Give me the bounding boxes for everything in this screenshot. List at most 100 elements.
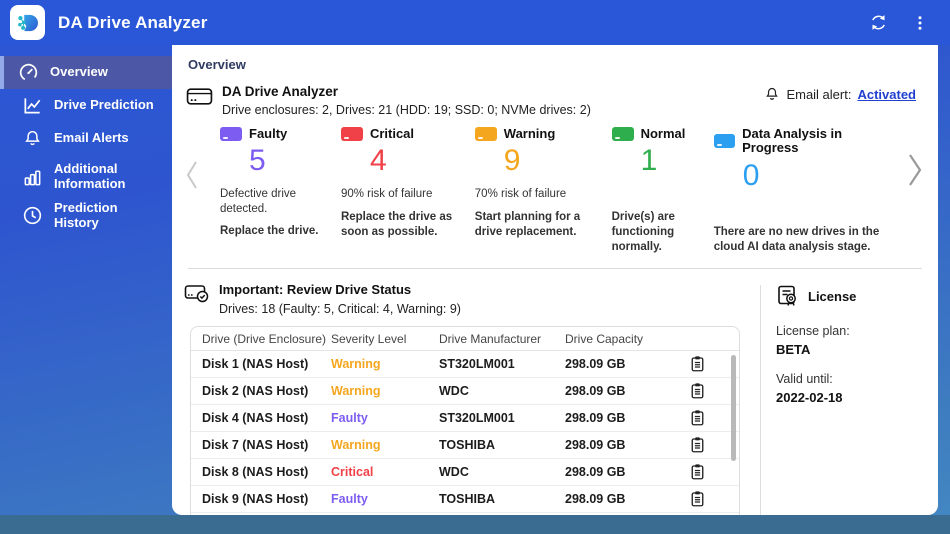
status-card-count: 0 [742, 158, 760, 192]
status-card-desc: 90% risk of failure [340, 188, 433, 201]
cell-severity: Faulty [331, 492, 368, 507]
status-card-critical: Critical 4 90% risk of failure Replace t… [340, 126, 475, 255]
cell-drive: Disk 8 (NAS Host) [202, 465, 309, 480]
status-card-desc [714, 202, 898, 217]
table-row: Disk 2 (NAS Host) Warning WDC 298.09 GB [191, 378, 739, 406]
status-card-action: Start planning for a drive replacement. [474, 211, 581, 239]
col-header-severity: Severity Level [331, 331, 407, 346]
chevron-right-icon [909, 154, 922, 186]
cell-capacity: 298.09 GB [565, 357, 626, 372]
status-card-label: Normal [640, 126, 686, 141]
table-row: Disk 4 (NAS Host) Faulty ST320LM001 298.… [191, 405, 739, 433]
cell-manufacturer: ST320LM001 [439, 357, 515, 372]
sidebar-item-label: Additional Information [54, 161, 126, 191]
section-divider [188, 268, 922, 270]
bottom-section: Important: Review Drive Status Drives: 1… [172, 282, 938, 515]
email-alert: Email alert: Activated [764, 86, 916, 102]
col-header-manufacturer: Drive Manufacturer [439, 331, 542, 346]
table-row: Disk 8 (NAS Host) Critical WDC 298.09 GB [191, 459, 739, 487]
more-menu-button[interactable] [906, 9, 934, 37]
details-clipboard-icon[interactable] [690, 490, 705, 508]
cell-manufacturer: TOSHIBA [439, 438, 496, 453]
gauge-icon [19, 63, 38, 82]
chevron-left-icon [186, 161, 197, 189]
drive-status-subtitle: Drives: 18 (Faulty: 5, Critical: 4, Warn… [219, 302, 461, 317]
sidebar: Overview Drive Prediction Email Alerts A… [0, 45, 172, 515]
app-title: DA Drive Analyzer [58, 12, 208, 32]
license-plan-value: BETA [776, 342, 811, 358]
refresh-button[interactable] [864, 9, 892, 37]
cell-drive: Disk 2 (NAS Host) [202, 384, 309, 399]
sidebar-item-drive-prediction[interactable]: Drive Prediction [0, 89, 172, 122]
sidebar-item-label: Email Alerts [54, 130, 129, 146]
normal-drive-icon [611, 127, 634, 142]
details-clipboard-icon[interactable] [690, 382, 705, 400]
table-scrollbar[interactable] [731, 355, 736, 462]
status-card-action: Replace the drive as soon as possible. [340, 211, 453, 239]
license-plan-label: License plan: [776, 324, 850, 339]
license-valid-label: Valid until: [776, 372, 833, 387]
status-card-label: Warning [503, 126, 556, 141]
table-row: Disk 7 (NAS Host) Warning TOSHIBA 298.09… [191, 432, 739, 460]
sidebar-item-label: Drive Prediction [54, 97, 154, 113]
col-header-capacity: Drive Capacity [565, 331, 644, 346]
status-card-normal: Normal 1 Drive(s) are functioning normal… [611, 126, 714, 255]
status-card-label: Data Analysis in Progress [742, 126, 843, 156]
status-card-count: 1 [640, 144, 658, 178]
email-alert-status-link[interactable]: Activated [857, 87, 916, 102]
sidebar-item-label: Prediction History [54, 199, 118, 230]
cell-capacity: 298.09 GB [565, 438, 626, 453]
bar-chart-icon [24, 170, 41, 185]
carousel-prev-button[interactable] [184, 159, 200, 191]
cell-capacity: 298.09 GB [565, 384, 626, 399]
details-clipboard-icon[interactable] [690, 436, 705, 454]
status-card-data-analysis: Data Analysis in Progress 0 There are no… [713, 126, 904, 255]
status-card-action: Drive(s) are functioning normally. [611, 211, 675, 254]
table-row: Disk 9 (NAS Host) Faulty TOSHIBA 298.09 … [191, 486, 739, 514]
faulty-drive-icon [220, 127, 242, 142]
cell-manufacturer: WDC [439, 465, 469, 480]
license-section: License License plan: BETA Valid until: … [761, 282, 856, 515]
status-card-faulty: Faulty 5 Defective drive detected. Repla… [220, 126, 341, 255]
status-card-desc: 70% risk of failure [474, 188, 567, 201]
refresh-icon [871, 15, 885, 30]
cell-drive: Disk 7 (NAS Host) [202, 438, 309, 453]
status-card-desc [612, 187, 708, 202]
footer-bar [0, 515, 950, 534]
status-card-warning: Warning 9 70% risk of failure Start plan… [474, 126, 612, 255]
clock-icon [23, 206, 42, 225]
status-card-count: 4 [369, 144, 387, 178]
cell-manufacturer: TOSHIBA [439, 492, 496, 507]
trend-chart-icon [24, 98, 41, 114]
sidebar-item-additional-information[interactable]: Additional Information [0, 155, 172, 199]
sidebar-item-overview[interactable]: Overview [0, 56, 172, 89]
drive-status-table: Drive (Drive Enclosure) Severity Level D… [190, 326, 740, 515]
cell-severity: Warning [331, 384, 381, 399]
status-card-count: 9 [503, 144, 521, 178]
cell-manufacturer: ST320LM001 [439, 411, 515, 426]
status-cards-carousel: Faulty 5 Defective drive detected. Repla… [172, 125, 938, 255]
content-panel: Overview DA Drive Analyzer Drive enclosu… [172, 45, 938, 515]
details-clipboard-icon[interactable] [690, 409, 705, 427]
sidebar-item-label: Overview [50, 64, 108, 80]
drive-check-icon [184, 285, 209, 303]
critical-drive-icon [340, 127, 363, 142]
details-clipboard-icon[interactable] [690, 355, 705, 373]
carousel-next-button[interactable] [906, 151, 924, 189]
sidebar-item-prediction-history[interactable]: Prediction History [0, 199, 172, 232]
cell-capacity: 298.09 GB [565, 492, 626, 507]
page-title: Overview [188, 57, 246, 72]
col-header-drive: Drive (Drive Enclosure) [202, 331, 327, 346]
email-alert-label: Email alert: [786, 86, 852, 102]
cell-drive: Disk 1 (NAS Host) [202, 357, 309, 372]
license-icon [778, 285, 796, 306]
details-clipboard-icon[interactable] [690, 463, 705, 481]
cell-drive: Disk 4 (NAS Host) [202, 411, 309, 426]
status-card-action: Replace the drive. [220, 225, 319, 238]
status-card-desc: Defective drive detected. [220, 188, 297, 215]
status-card-count: 5 [249, 144, 266, 178]
drive-status-section: Important: Review Drive Status Drives: 1… [184, 282, 750, 515]
drive-icon [186, 88, 213, 105]
cell-severity: Warning [331, 438, 381, 453]
sidebar-item-email-alerts[interactable]: Email Alerts [0, 122, 172, 155]
